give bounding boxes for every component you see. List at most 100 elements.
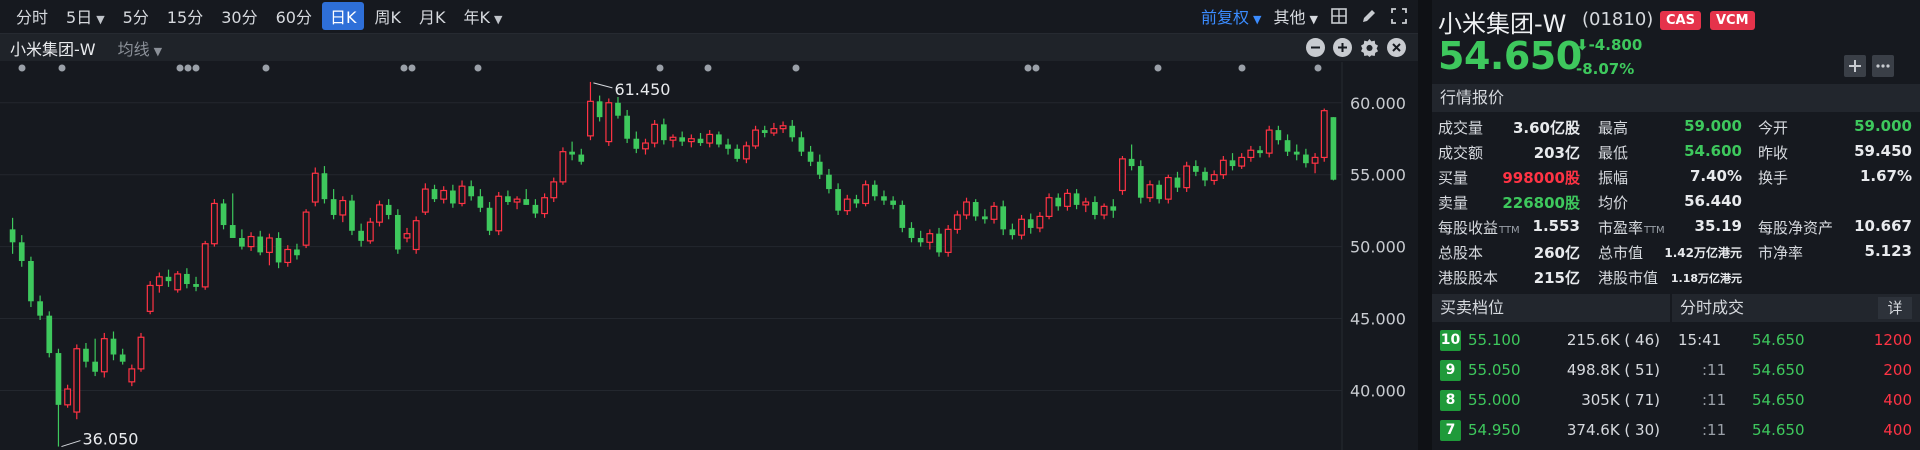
candlestick-chart[interactable]: 60.000 55.000 50.000 45.000 40.000 61.450 36.0…	[0, 62, 1418, 450]
candle-body-down	[899, 204, 906, 228]
candle-body-down	[532, 204, 539, 214]
low-price-label: 36.050	[82, 430, 138, 449]
stat-sell-volume: 226800股	[1502, 194, 1580, 212]
candle-body-down	[46, 315, 53, 354]
candle-body-up	[1146, 184, 1154, 199]
period-list: 分时 5日 ▼ 5分 15分 30分 60分 日K 周K 月K 年K ▼	[8, 2, 512, 30]
period-tab[interactable]: 月K	[411, 2, 454, 30]
candle-body-up	[752, 129, 759, 147]
arrow-down-icon: ⬇	[1576, 36, 1589, 54]
adjust-label: 前复权	[1201, 8, 1250, 27]
orderbook-row[interactable]: 7 54.950 374.6K ( 30)	[1432, 416, 1670, 446]
ma-dropdown[interactable]: 均线 ▼	[118, 36, 162, 60]
trade-time: :11	[1702, 421, 1727, 439]
period-tab[interactable]: 5分	[115, 2, 157, 30]
pen-icon[interactable]	[1360, 7, 1378, 25]
last-price: 54.650	[1438, 34, 1582, 78]
zoom-in-icon[interactable]	[1333, 38, 1352, 57]
candle-body-up	[1219, 159, 1227, 176]
orderbook-row[interactable]: 8 55.000 305K ( 71)	[1432, 386, 1670, 416]
period-tab[interactable]: 周K	[366, 2, 409, 30]
stat-market-cap: 1.42万亿港元	[1664, 246, 1742, 260]
candle-body-down	[761, 130, 768, 133]
chevron-down-icon: ▼	[493, 13, 503, 26]
more-options-icon[interactable]	[1872, 55, 1894, 77]
period-tab[interactable]: 日K	[321, 2, 365, 30]
candle-body-down	[184, 273, 190, 285]
period-tab-label: 5日	[66, 8, 93, 27]
price-change: ⬇-4.800	[1576, 36, 1642, 54]
orderbook-row[interactable]: 10 55.100 215.6K ( 46)	[1432, 326, 1670, 356]
period-tab[interactable]: 60分	[268, 2, 320, 30]
stat-label: 市盈率TTM	[1598, 217, 1665, 238]
detail-button[interactable]: 详	[1878, 297, 1912, 319]
candle-body-down	[450, 190, 456, 204]
candle-body-down	[734, 148, 741, 159]
adjust-dropdown[interactable]: 前复权 ▼	[1201, 4, 1261, 28]
orderbook-row[interactable]: 9 55.050 498.8K ( 51)	[1432, 356, 1670, 386]
candle-body-up	[247, 235, 255, 248]
candle-body-up	[742, 145, 750, 160]
y-tick-label: 60.000	[1350, 94, 1406, 113]
panel-divider[interactable]	[1418, 0, 1432, 450]
candle-body-up	[944, 228, 952, 253]
candle-body-down	[358, 230, 364, 241]
other-dropdown[interactable]: 其他 ▼	[1274, 4, 1318, 28]
chart-subbar: 小米集团-W 均线 ▼	[0, 33, 1418, 61]
layout-grid-icon[interactable]	[1330, 7, 1348, 25]
trade-row: :11 54.650 400	[1672, 386, 1920, 416]
stat-label: 每股净资产	[1758, 219, 1834, 237]
period-tab[interactable]: 5日 ▼	[58, 2, 113, 30]
low-marker-line	[61, 440, 81, 448]
period-tab-label: 60分	[275, 8, 312, 27]
stat-volume: 3.60亿股	[1512, 119, 1580, 137]
vcm-badge: VCM	[1710, 11, 1755, 30]
stat-low: 54.600	[1684, 142, 1742, 160]
event-dot	[1314, 64, 1322, 72]
period-tab[interactable]: 分时	[8, 2, 56, 30]
event-dot	[408, 64, 416, 72]
stat-label: 港股市值	[1598, 269, 1659, 287]
candle-body-down	[1275, 130, 1282, 141]
level-badge: 9	[1440, 360, 1461, 381]
candle-body-up	[412, 220, 420, 251]
candle-body-down	[835, 189, 841, 211]
candle-body-up	[550, 181, 558, 199]
y-tick-label: 55.000	[1350, 166, 1406, 185]
trade-volume: 200	[1883, 361, 1912, 379]
period-tab[interactable]: 年K ▼	[455, 2, 510, 30]
stat-label: 昨收	[1758, 144, 1789, 162]
stat-label: 买量	[1438, 169, 1469, 187]
zoom-out-icon[interactable]	[1306, 38, 1325, 57]
level-badge: 10	[1440, 330, 1461, 351]
add-watchlist-button[interactable]	[1844, 55, 1866, 77]
fullscreen-icon[interactable]	[1390, 7, 1408, 25]
period-tab-label: 5分	[122, 8, 149, 27]
candle-body-up	[651, 123, 659, 144]
level-volume: 215.6K ( 46)	[1566, 331, 1660, 349]
candle-body-down	[816, 161, 823, 175]
period-tab-label: 月K	[418, 8, 446, 27]
candle-body-down	[1027, 219, 1034, 228]
orderbook-title[interactable]: 买卖档位	[1432, 294, 1670, 322]
candle-body-up	[843, 198, 851, 212]
period-tab[interactable]: 15分	[159, 2, 211, 30]
close-icon[interactable]	[1387, 38, 1406, 57]
candle-body-down	[853, 199, 860, 204]
candle-body-down	[330, 199, 337, 215]
timesales-title[interactable]: 分时成交 详	[1672, 294, 1920, 322]
settings-icon[interactable]	[1360, 38, 1379, 57]
candle-body-up	[155, 276, 163, 287]
candle-body-down	[936, 233, 942, 253]
trade-price: 54.650	[1752, 421, 1805, 439]
candle-body-down	[92, 361, 98, 372]
stat-label: 今开	[1758, 119, 1789, 137]
event-dot	[58, 64, 66, 72]
candle-body-down	[394, 214, 401, 250]
candle-body-up	[495, 195, 503, 232]
candle-body-down	[1229, 160, 1236, 167]
y-tick-label: 40.000	[1350, 381, 1406, 400]
period-tab[interactable]: 30分	[213, 2, 265, 30]
candle-body-up	[605, 102, 613, 143]
candle-body-up	[990, 205, 998, 220]
